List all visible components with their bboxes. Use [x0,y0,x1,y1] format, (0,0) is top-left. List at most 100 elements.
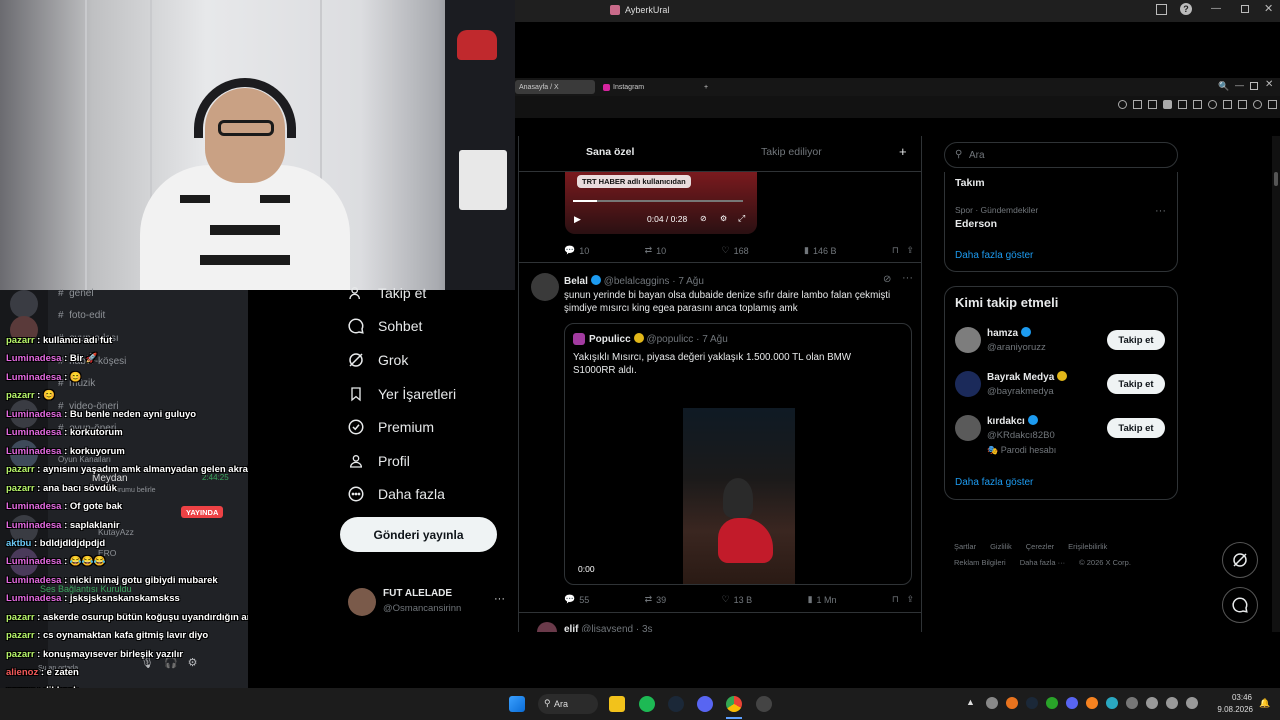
ai-icon[interactable] [1253,100,1262,109]
tray-app-icon[interactable] [1086,697,1098,709]
suggestion-name[interactable]: Bayrak Medya [987,371,1068,383]
nav-bookmarks[interactable]: Yer İşaretleri [346,381,456,407]
nav-chat[interactable]: Sohbet [346,313,422,339]
repost-button[interactable]: ⇄ 39 [645,594,667,605]
show-more-link[interactable]: Daha fazla göster [955,477,1033,488]
play-icon[interactable] [1193,100,1202,109]
tab-following[interactable]: Takip ediliyor [761,146,822,158]
tray-app-icon[interactable] [1046,697,1058,709]
nav-premium[interactable]: Premium [346,414,434,440]
spotify-icon[interactable] [639,696,655,712]
tray-volume-icon[interactable] [1186,697,1198,709]
like-button[interactable]: ♡ 13 B [722,594,753,605]
footer-link[interactable]: Erişilebilirlik [1068,542,1107,551]
maximize-icon[interactable] [1241,5,1249,13]
shield-icon[interactable] [1163,100,1172,109]
clock-date[interactable]: 9.08.2026 [1205,705,1253,714]
trend-item[interactable]: Takım [955,177,985,189]
follow-button[interactable]: Takip et [1107,330,1165,350]
pin-icon[interactable] [1133,100,1142,109]
steam-icon[interactable] [668,696,684,712]
clock-time[interactable]: 03:46 [1222,693,1252,702]
tray-app-icon[interactable] [1126,697,1138,709]
download-icon[interactable] [1178,100,1187,109]
repost-button[interactable]: ⇄ 10 [645,245,667,256]
quoted-video[interactable] [683,408,795,584]
browser-restore-icon[interactable] [1250,82,1258,90]
tray-app-icon[interactable] [1106,697,1118,709]
bookmark-share-icons[interactable]: ⊓ ⇪ [892,245,914,256]
grok-post-icon[interactable]: ⊘ [883,274,891,285]
tray-app-icon[interactable] [1006,697,1018,709]
footer-link[interactable]: Çerezler [1026,542,1054,551]
tray-chevron-icon[interactable]: ▲ [966,697,978,709]
video-progress-track[interactable] [573,200,743,202]
minimize-icon[interactable]: — [1211,3,1221,14]
suggestion-name[interactable]: kırdakcı [987,415,1038,427]
server-icon[interactable] [10,290,38,318]
show-more-link[interactable]: Daha fazla göster [955,250,1033,261]
footer-link[interactable]: Gizlilik [990,542,1012,551]
tab-x-home[interactable]: Anasayfa / X [515,80,595,94]
channel-genel[interactable]: # genel [58,288,94,299]
tray-mic-icon[interactable] [1146,697,1158,709]
reply-button[interactable]: 💬 10 [564,245,589,256]
suggestion-avatar[interactable] [955,371,981,397]
menu-icon[interactable] [1268,100,1277,109]
picture-in-picture-icon[interactable] [1156,4,1167,15]
extensions-icon[interactable] [1223,100,1232,109]
tray-network-icon[interactable] [1166,697,1178,709]
follow-button[interactable]: Takip et [1107,418,1165,438]
chrome-icon[interactable] [726,696,742,712]
video-player[interactable]: TRT HABER adlı kullanıcıdan ▶ 0:04 / 0:2… [565,172,757,234]
notification-icon[interactable]: 🔔 [1259,698,1270,709]
account-avatar[interactable] [348,588,376,616]
follow-button[interactable]: Takip et [1107,374,1165,394]
add-feed-icon[interactable]: + [899,144,907,159]
play-icon[interactable]: ▶ [574,214,581,225]
post-handle[interactable]: @lisaysend · 3s [581,624,652,632]
views-count[interactable]: ▮ 146 B [804,245,836,256]
tab-for-you[interactable]: Sana özel [586,146,634,158]
browser-close-icon[interactable]: ✕ [1265,79,1273,90]
bookmark-share-icons[interactable]: ⊓ ⇪ [892,594,914,605]
search-tabs-icon[interactable]: 🔍 [1218,81,1229,92]
discord-icon[interactable] [697,696,713,712]
fullscreen-icon[interactable]: ⤢ [738,213,745,224]
trend-more-icon[interactable]: ··· [1155,205,1166,217]
like-button[interactable]: ♡ 168 [722,245,749,256]
scrollbar-thumb[interactable] [1274,172,1278,186]
tray-discord-icon[interactable] [1066,697,1078,709]
taskbar-search[interactable]: ⚲ Ara [538,694,598,714]
account-name[interactable]: FUT ALELADE [383,588,452,599]
settings-icon[interactable]: ⚙ [720,214,727,223]
footer-link[interactable]: Şartlar [954,542,976,551]
search-box[interactable]: ⚲ Ara [944,142,1178,168]
footer-link[interactable]: Reklam Bilgileri [954,558,1006,567]
scrollbar[interactable] [1272,136,1280,632]
post-author[interactable]: elif [564,624,578,632]
search-input[interactable]: Ara [969,150,985,161]
obs-icon[interactable] [756,696,772,712]
nav-grok[interactable]: Grok [346,347,408,373]
mute-icon[interactable]: ⊘ [700,214,707,223]
post-more-icon[interactable]: ··· [902,272,913,284]
quoted-post[interactable]: Populicc @populicc · 7 Ağu Yakışıklı Mıs… [564,323,912,585]
account-more-icon[interactable]: ··· [494,593,505,605]
nav-follow[interactable]: Takip et [346,280,426,306]
tray-app-icon[interactable] [986,697,998,709]
post-avatar[interactable] [531,273,559,301]
nav-profile[interactable]: Profil [346,448,410,474]
channel-foto-edit[interactable]: # foto-edit [58,310,105,321]
heart-icon[interactable] [1208,100,1217,109]
new-tab-button[interactable]: + [700,80,712,94]
help-icon[interactable]: ? [1180,3,1192,15]
file-explorer-icon[interactable] [609,696,625,712]
suggestion-name[interactable]: hamza [987,327,1032,339]
close-icon[interactable]: ✕ [1264,2,1273,15]
tab-instagram[interactable]: Instagram [599,80,689,94]
history-icon[interactable] [1238,100,1247,109]
suggestion-avatar[interactable] [955,415,981,441]
start-icon[interactable] [509,696,525,712]
post-handle[interactable]: @belalcaggins · 7 Ağu [604,276,704,287]
